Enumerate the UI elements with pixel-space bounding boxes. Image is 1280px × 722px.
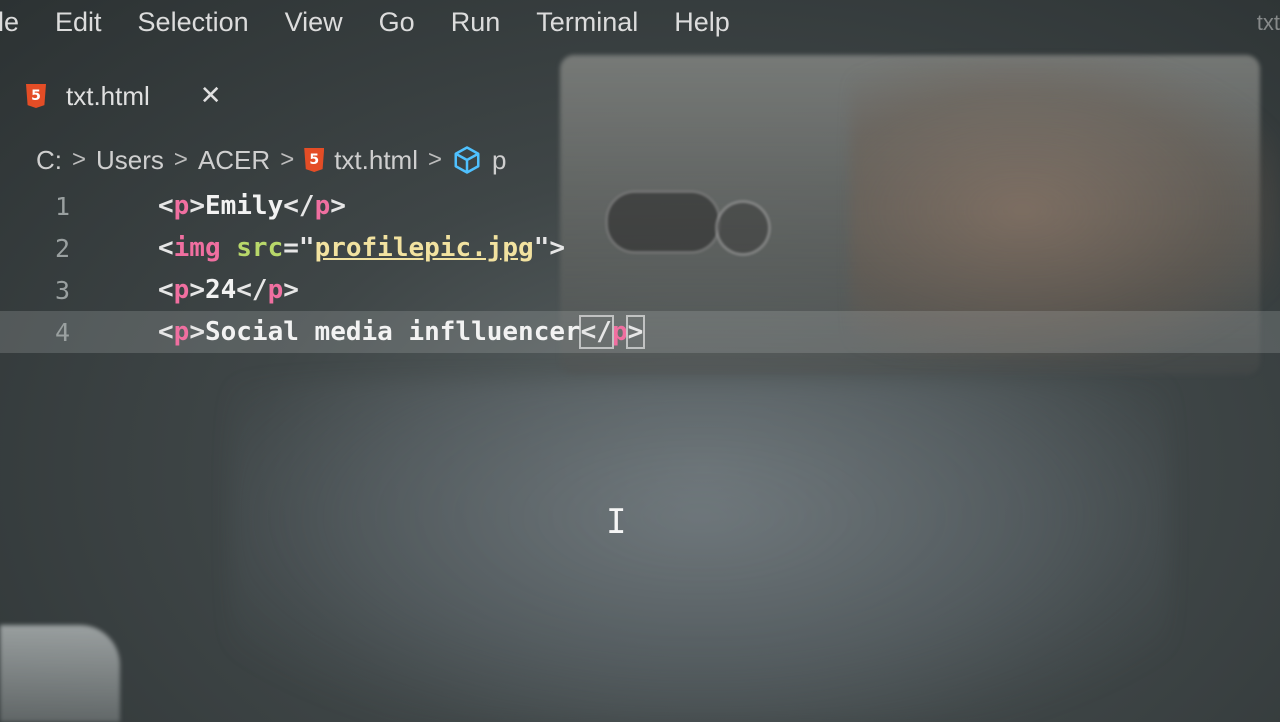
tag-bracket: > xyxy=(189,317,205,347)
attribute-equals: =" xyxy=(283,233,315,263)
tag-name: p xyxy=(314,191,331,221)
code-content[interactable]: <p>Social media inflluencer</p> xyxy=(118,315,646,349)
chevron-right-icon: > xyxy=(173,146,188,173)
line-number: 2 xyxy=(54,233,70,263)
code-content[interactable]: <img src="profilepic.jpg"> xyxy=(118,233,565,263)
cup-reflection xyxy=(0,625,120,722)
tag-bracket: > xyxy=(189,275,205,305)
tag-bracket: < xyxy=(158,233,174,263)
tag-name: p xyxy=(173,317,190,347)
menu-go[interactable]: Go xyxy=(379,7,415,38)
menu-terminal[interactable]: Terminal xyxy=(536,7,638,38)
text-content: Social media inflluencer xyxy=(204,317,581,347)
tag-name: img xyxy=(173,233,221,263)
symbol-cube-icon xyxy=(454,146,480,174)
chevron-right-icon: > xyxy=(428,146,443,173)
code-content[interactable]: <p>24</p> xyxy=(118,275,299,305)
tag-bracket: </ xyxy=(283,191,315,221)
code-line[interactable]: 2 <img src="profilepic.jpg"> xyxy=(0,227,1280,269)
editor-tab[interactable]: 5 txt.html ✕ xyxy=(0,68,262,124)
tag-bracket-match: </ xyxy=(578,315,614,349)
code-line[interactable]: 3 <p>24</p> xyxy=(0,269,1280,311)
code-line[interactable]: 1 <p>Emily</p> xyxy=(0,185,1280,227)
line-number: 3 xyxy=(54,275,70,305)
menu-view[interactable]: View xyxy=(285,7,343,38)
text-content: 24 xyxy=(204,275,237,305)
breadcrumb: C: > Users > ACER > 5 txt.html > p xyxy=(36,140,506,180)
menu-bar: le Edit Selection View Go Run Terminal H… xyxy=(0,0,1280,44)
tag-name: p xyxy=(611,317,628,347)
tag-bracket: < xyxy=(158,191,174,221)
chevron-right-icon: > xyxy=(72,146,87,173)
tag-name: p xyxy=(267,275,284,305)
attribute-value-link[interactable]: profilepic.jpg xyxy=(315,233,534,263)
breadcrumb-symbol[interactable]: p xyxy=(492,145,506,176)
window-title: txt xyxy=(1256,10,1280,35)
menu-selection[interactable]: Selection xyxy=(138,7,249,38)
chevron-right-icon: > xyxy=(280,146,295,173)
text-content: Emily xyxy=(204,191,284,221)
tag-bracket: > xyxy=(283,275,299,305)
tag-bracket: < xyxy=(158,317,174,347)
line-number: 1 xyxy=(54,191,70,221)
text-cursor-icon: I xyxy=(606,502,627,542)
menu-file[interactable]: le xyxy=(0,7,19,38)
tag-bracket: "> xyxy=(533,233,566,263)
tag-bracket: < xyxy=(158,275,174,305)
breadcrumb-file[interactable]: txt.html xyxy=(334,145,418,176)
background-reflection xyxy=(230,380,1170,722)
menu-help[interactable]: Help xyxy=(674,7,730,38)
tag-bracket: > xyxy=(189,191,205,221)
tag-name: p xyxy=(173,191,190,221)
code-editor[interactable]: 1 <p>Emily</p> 2 <img src="profilepic.jp… xyxy=(0,185,1280,353)
tag-bracket: </ xyxy=(236,275,268,305)
html5-icon: 5 xyxy=(304,148,325,172)
line-number: 4 xyxy=(54,317,70,347)
code-content[interactable]: <p>Emily</p> xyxy=(118,191,346,221)
breadcrumb-drive[interactable]: C: xyxy=(36,145,62,176)
breadcrumb-users[interactable]: Users xyxy=(96,145,164,176)
close-icon[interactable]: ✕ xyxy=(200,81,222,111)
tab-title[interactable]: txt.html xyxy=(66,81,150,112)
html5-icon: 5 xyxy=(26,84,46,108)
tag-bracket-match: > xyxy=(625,315,646,349)
code-line-active[interactable]: 4 <p>Social media inflluencer</p> xyxy=(0,311,1280,353)
tag-bracket: > xyxy=(330,191,346,221)
menu-run[interactable]: Run xyxy=(451,7,501,38)
tag-name: p xyxy=(173,275,190,305)
breadcrumb-acer[interactable]: ACER xyxy=(198,145,270,176)
menu-edit[interactable]: Edit xyxy=(55,7,102,38)
attribute-name: src xyxy=(236,233,284,263)
